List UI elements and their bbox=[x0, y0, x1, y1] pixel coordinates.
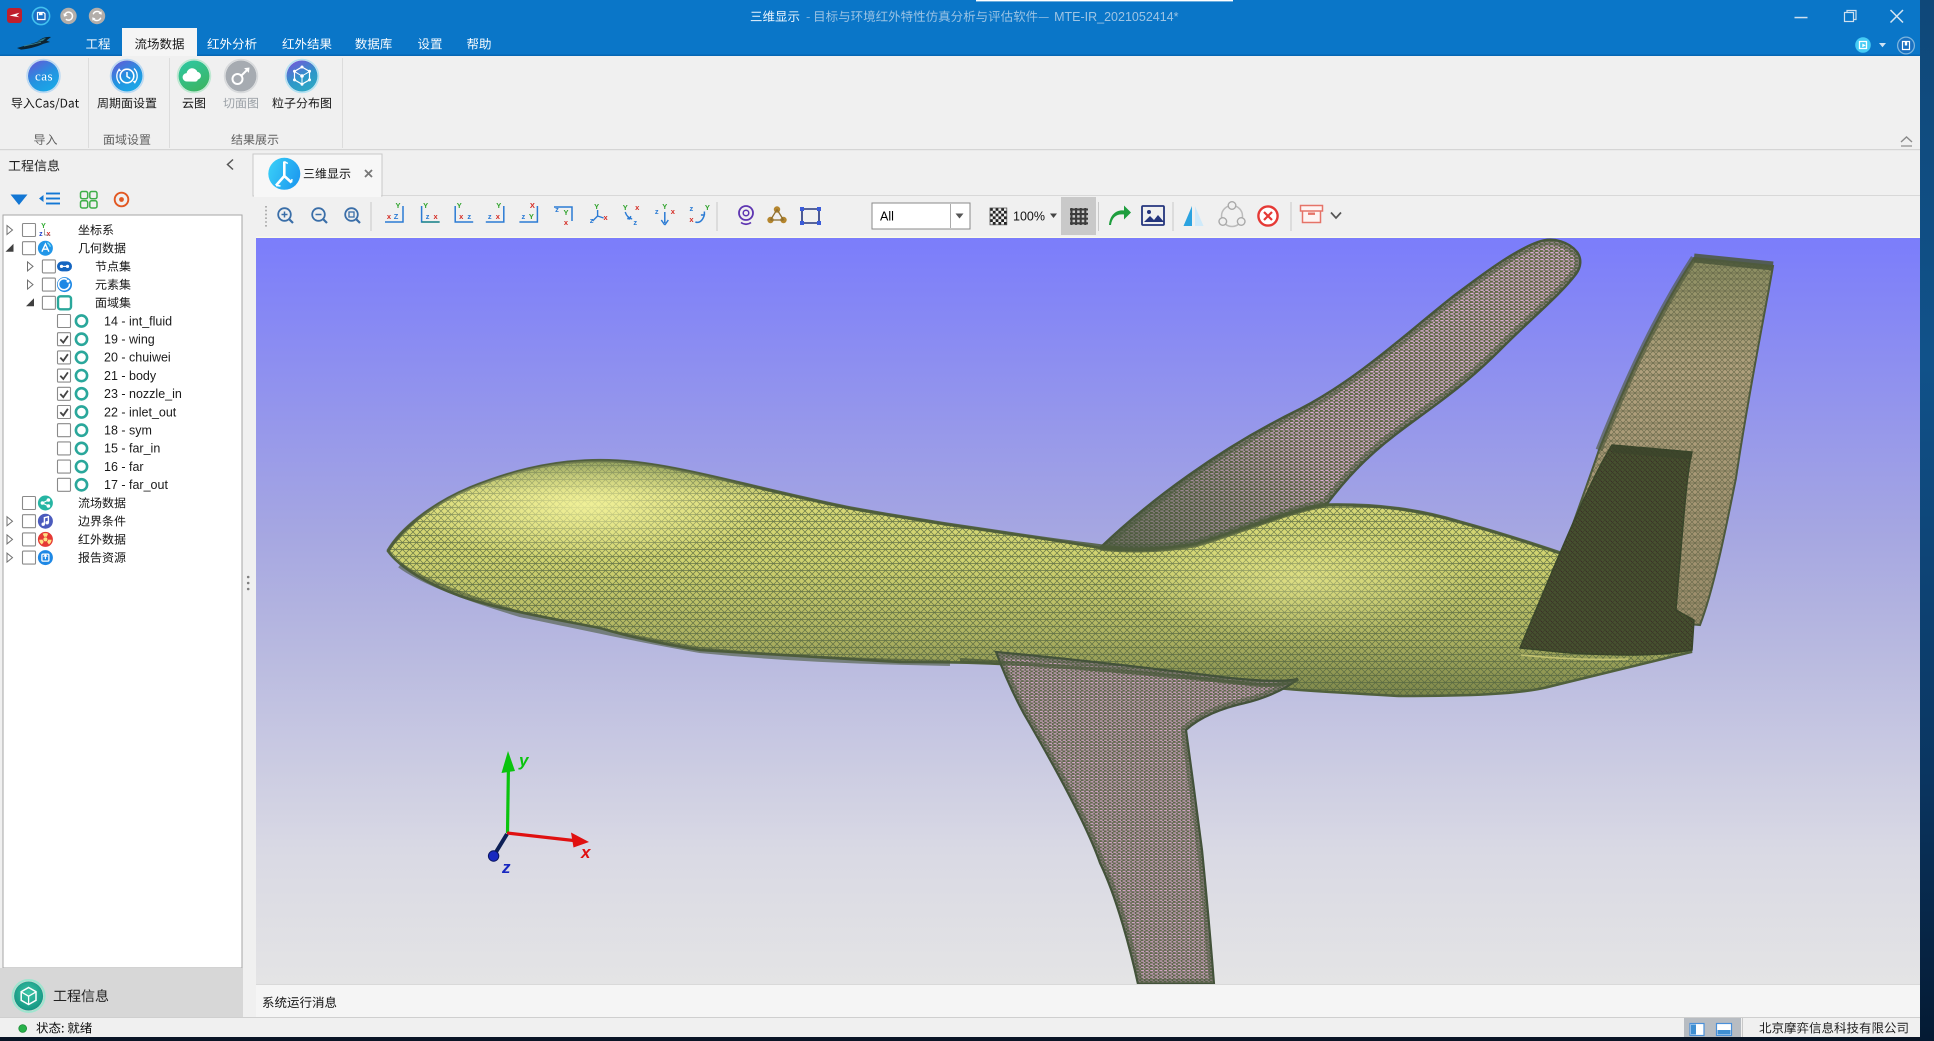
svg-text:Y: Y bbox=[41, 223, 46, 230]
svg-text:23 - nozzle_in: 23 - nozzle_in bbox=[104, 387, 182, 401]
svg-text:Y: Y bbox=[594, 202, 599, 211]
svg-text:X: X bbox=[530, 201, 535, 210]
svg-text:y: y bbox=[518, 751, 530, 770]
svg-text:Y: Y bbox=[457, 201, 462, 210]
svg-text:z: z bbox=[633, 218, 637, 227]
svg-text:Z: Z bbox=[394, 212, 399, 221]
svg-text:Y: Y bbox=[529, 212, 534, 221]
svg-text:MTE-IR_2021052414*: MTE-IR_2021052414* bbox=[1054, 10, 1179, 24]
svg-text:z: z bbox=[655, 207, 659, 216]
svg-text:Y: Y bbox=[705, 203, 710, 212]
svg-text:z: z bbox=[39, 231, 43, 238]
svg-text:z: z bbox=[501, 858, 511, 877]
svg-text:z: z bbox=[467, 212, 471, 221]
svg-text:100%: 100% bbox=[1013, 210, 1045, 224]
svg-text:z: z bbox=[690, 204, 694, 213]
svg-text:Y: Y bbox=[563, 208, 568, 217]
svg-text:x: x bbox=[46, 231, 50, 238]
svg-text:z: z bbox=[426, 212, 430, 221]
svg-text:15 - far_in: 15 - far_in bbox=[104, 442, 160, 456]
svg-text:22 - inlet_out: 22 - inlet_out bbox=[104, 405, 177, 419]
svg-text:Y: Y bbox=[623, 203, 628, 212]
svg-text:z: z bbox=[522, 212, 526, 221]
svg-text:Y: Y bbox=[395, 201, 400, 210]
svg-text:cas: cas bbox=[35, 69, 53, 84]
svg-text:20 - chuiwei: 20 - chuiwei bbox=[104, 351, 171, 365]
svg-text:14 - int_fluid: 14 - int_fluid bbox=[104, 314, 172, 328]
svg-text:17 - far_out: 17 - far_out bbox=[104, 478, 168, 492]
svg-text:z: z bbox=[488, 212, 492, 221]
svg-text:19 - wing: 19 - wing bbox=[104, 333, 155, 347]
svg-text:x: x bbox=[580, 843, 592, 862]
svg-text:21 - body: 21 - body bbox=[104, 369, 157, 383]
svg-text:16 - far: 16 - far bbox=[104, 460, 144, 474]
svg-text:Y: Y bbox=[423, 201, 428, 210]
svg-text:Y: Y bbox=[662, 202, 667, 211]
svg-text:All: All bbox=[880, 210, 894, 224]
svg-text:18 - sym: 18 - sym bbox=[104, 424, 152, 438]
svg-text:Y: Y bbox=[496, 201, 501, 210]
